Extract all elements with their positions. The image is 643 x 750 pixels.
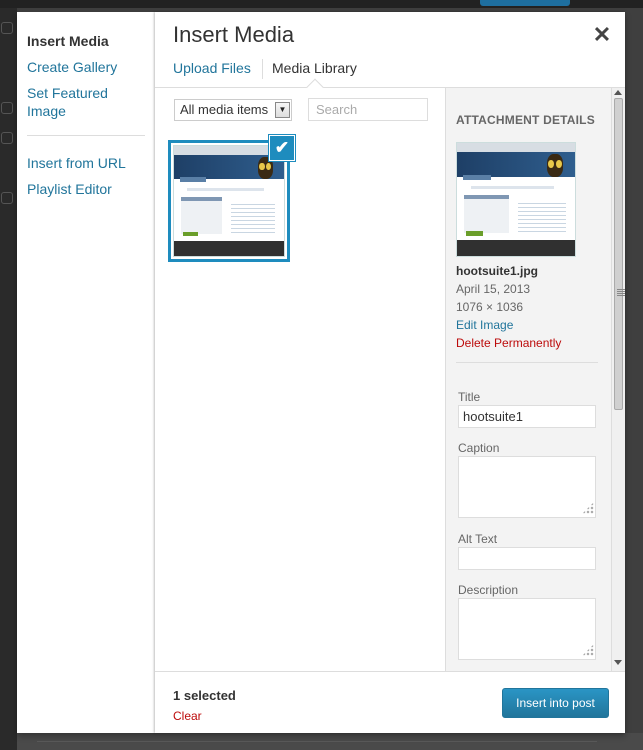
tab-media-library[interactable]: Media Library (272, 60, 357, 76)
title-label: Title (458, 390, 481, 404)
chevron-down-icon[interactable]: ▼ (275, 102, 290, 118)
scrollbar-thumb[interactable] (614, 98, 625, 410)
admin-menu-icon (1, 102, 13, 114)
media-frame: Insert Media ✕ Upload Files Media Librar… (155, 12, 625, 733)
selection-count: 1 selected (173, 688, 236, 703)
edit-image-link[interactable]: Edit Image (456, 318, 513, 332)
menu-item-insert-from-url[interactable]: Insert from URL (27, 154, 126, 172)
admin-sidebar-background (0, 8, 17, 750)
attachment-details-sidebar: ATTACHMENT DETAILS hootsuite1.jpg April … (445, 88, 625, 671)
filter-value: All media items (180, 102, 269, 117)
attachment-tile-selected[interactable]: ✔ (168, 135, 295, 262)
close-icon[interactable]: ✕ (587, 22, 617, 52)
alt-text-field[interactable] (458, 547, 596, 570)
attachments-browser: All media items ▼ ✔ (155, 88, 445, 671)
menu-item-create-gallery[interactable]: Create Gallery (27, 58, 117, 76)
admin-menu-icon (1, 132, 13, 144)
menu-item-set-featured-image[interactable]: Set Featured Image (27, 84, 137, 120)
media-modal: Insert Media Create Gallery Set Featured… (17, 12, 625, 733)
attachment-filename: hootsuite1.jpg (456, 264, 538, 278)
caption-field[interactable] (458, 456, 596, 518)
details-separator (456, 362, 598, 363)
frame-title: Insert Media (173, 22, 295, 47)
menu-separator (27, 135, 145, 136)
thumbnail-list (231, 201, 276, 234)
thumbnail-footer (174, 240, 284, 256)
tab-separator (262, 59, 263, 79)
scroll-up-arrow-icon[interactable] (614, 90, 622, 95)
clear-selection-link[interactable]: Clear (173, 709, 202, 723)
delete-permanently-link[interactable]: Delete Permanently (456, 336, 561, 350)
scroll-down-arrow-icon[interactable] (614, 660, 622, 665)
page-divider (37, 741, 597, 742)
checkmark-icon[interactable]: ✔ (269, 135, 295, 161)
menu-item-insert-media[interactable]: Insert Media (27, 32, 109, 50)
thumbnail-form (464, 194, 509, 234)
thumbnail-browser-bar (174, 146, 284, 155)
sidebar-scrollbar[interactable] (611, 88, 625, 671)
tab-upload-files[interactable]: Upload Files (173, 60, 251, 76)
attachment-details-heading: ATTACHMENT DETAILS (456, 113, 595, 127)
thumbnail-browser-bar (457, 143, 575, 153)
owl-logo-icon (546, 154, 564, 177)
alt-text-label: Alt Text (458, 532, 498, 546)
admin-menu-icon (1, 192, 13, 204)
description-label: Description (458, 583, 519, 597)
media-menu: Insert Media Create Gallery Set Featured… (17, 12, 155, 733)
thumbnail-list (518, 199, 566, 234)
thumbnail-text-line (187, 187, 265, 192)
attachment-date: April 15, 2013 (456, 282, 531, 296)
thumbnail-text-line (471, 185, 554, 190)
menu-item-playlist-editor[interactable]: Playlist Editor (27, 180, 112, 198)
media-frame-toolbar: 1 selected Clear Insert into post (155, 671, 625, 733)
attachment-dimensions: 1076 × 1036 (456, 300, 524, 314)
attachment-thumbnail (173, 145, 285, 257)
page-background-strip (17, 733, 643, 750)
media-filter-select[interactable]: All media items ▼ (174, 99, 292, 121)
scrollbar-grip-icon (617, 289, 625, 297)
thumbnail-tab (462, 174, 492, 181)
thumbnail-footer (457, 240, 575, 256)
search-input[interactable] (308, 98, 428, 121)
thumbnail-button (182, 231, 199, 237)
caption-label: Caption (458, 441, 500, 455)
thumbnail-tab (179, 176, 206, 183)
insert-into-post-button[interactable]: Insert into post (502, 688, 609, 718)
admin-bar-background (0, 0, 643, 8)
admin-menu-icon (1, 22, 13, 34)
admin-bar-button (480, 0, 570, 6)
media-router-tabs: Upload Files Media Library (155, 54, 625, 96)
thumbnail-button (466, 231, 483, 236)
media-toolbar: All media items ▼ (155, 88, 445, 134)
thumbnail-form (180, 196, 223, 234)
description-field[interactable] (458, 598, 596, 660)
attachment-details-thumbnail (456, 142, 576, 257)
title-field[interactable] (458, 405, 596, 428)
